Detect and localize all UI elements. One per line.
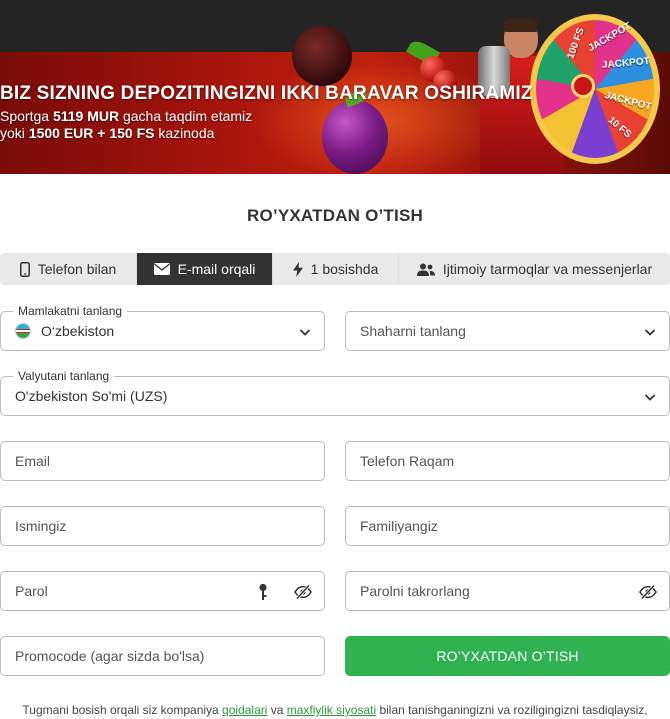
- promocode-placeholder: Promocode (agar sizda bo'lsa): [15, 648, 205, 664]
- register-button[interactable]: RO’YXATDAN O’TISH: [345, 636, 670, 676]
- password-repeat-field[interactable]: Parolni takrorlang: [345, 571, 670, 611]
- tab-email[interactable]: E-mail orqali: [137, 253, 273, 285]
- tab-one-click[interactable]: 1 bosishda: [273, 253, 399, 285]
- banner-subtitle-line2: yoki 1500 EUR + 150 FS kazinoda: [0, 125, 215, 141]
- currency-value: O'zbekiston So'mi (UZS): [15, 388, 168, 404]
- promo-banner[interactable]: 100 FS JACKPOT JACKPOT JACKPOT 10 FS BIZ…: [0, 0, 670, 174]
- country-select[interactable]: Mamlakatni tanlang O‘zbekiston: [0, 303, 325, 351]
- tab-label: Ijtimoiy tarmoqlar va messenjerlar: [442, 261, 653, 277]
- privacy-policy-link[interactable]: maxfiylik siyosati: [287, 703, 376, 717]
- chevron-down-icon: [299, 329, 311, 336]
- rules-link[interactable]: qoidalari: [222, 703, 267, 717]
- tab-social[interactable]: Ijtimoiy tarmoqlar va messenjerlar: [399, 253, 670, 285]
- phone-placeholder: Telefon Raqam: [360, 453, 455, 469]
- last-name-field[interactable]: Familiyangiz: [345, 506, 670, 546]
- lightning-icon: [292, 261, 303, 277]
- registration-title: RO’YXATDAN O’TISH: [247, 206, 423, 225]
- country-value: O‘zbekiston: [41, 323, 115, 339]
- tab-phone[interactable]: Telefon bilan: [0, 253, 137, 285]
- email-field[interactable]: Email: [0, 441, 325, 481]
- registration-method-tabs: Telefon bilan E-mail orqali 1 bosishda I…: [0, 253, 670, 285]
- uzbekistan-flag-icon: [15, 323, 31, 339]
- promocode-field[interactable]: Promocode (agar sizda bo'lsa): [0, 636, 325, 676]
- password-placeholder: Parol: [15, 583, 48, 599]
- phone-icon: [19, 261, 30, 277]
- users-icon: [416, 263, 435, 276]
- first-name-field[interactable]: Ismingiz: [0, 506, 325, 546]
- eye-slash-icon[interactable]: [639, 584, 657, 600]
- key-icon[interactable]: [258, 583, 268, 601]
- plum-image: [322, 100, 388, 174]
- phone-field[interactable]: Telefon Raqam: [345, 441, 670, 481]
- fortune-wheel-hub: [571, 74, 595, 98]
- password-field[interactable]: Parol: [0, 571, 325, 611]
- fortune-wheel-image: [530, 14, 660, 164]
- tab-label: Telefon bilan: [37, 261, 117, 277]
- currency-select[interactable]: Valyutani tanlang O'zbekiston So'mi (UZS…: [0, 368, 670, 416]
- first-name-placeholder: Ismingiz: [15, 518, 67, 534]
- envelope-icon: [153, 263, 170, 275]
- city-select[interactable]: Shaharni tanlang: [345, 311, 670, 351]
- chevron-down-icon: [644, 394, 656, 401]
- password-repeat-placeholder: Parolni takrorlang: [360, 583, 470, 599]
- tab-label: E-mail orqali: [177, 261, 256, 277]
- banner-title: BIZ SIZNING DEPOZITINGIZNI IKKI BARAVAR …: [0, 83, 533, 104]
- banner-subtitle-line1: Sportga 5119 MUR gacha taqdim etamiz: [0, 108, 253, 124]
- terms-text: Tugmani bosish orqali siz kompaniya qoid…: [22, 703, 648, 717]
- last-name-placeholder: Familiyangiz: [360, 518, 438, 534]
- tab-label: 1 bosishda: [310, 261, 379, 277]
- eye-slash-icon[interactable]: [294, 584, 312, 600]
- dark-fruit-image: [292, 26, 352, 86]
- city-placeholder: Shaharni tanlang: [360, 323, 466, 339]
- chevron-down-icon: [644, 329, 656, 336]
- email-placeholder: Email: [15, 453, 51, 469]
